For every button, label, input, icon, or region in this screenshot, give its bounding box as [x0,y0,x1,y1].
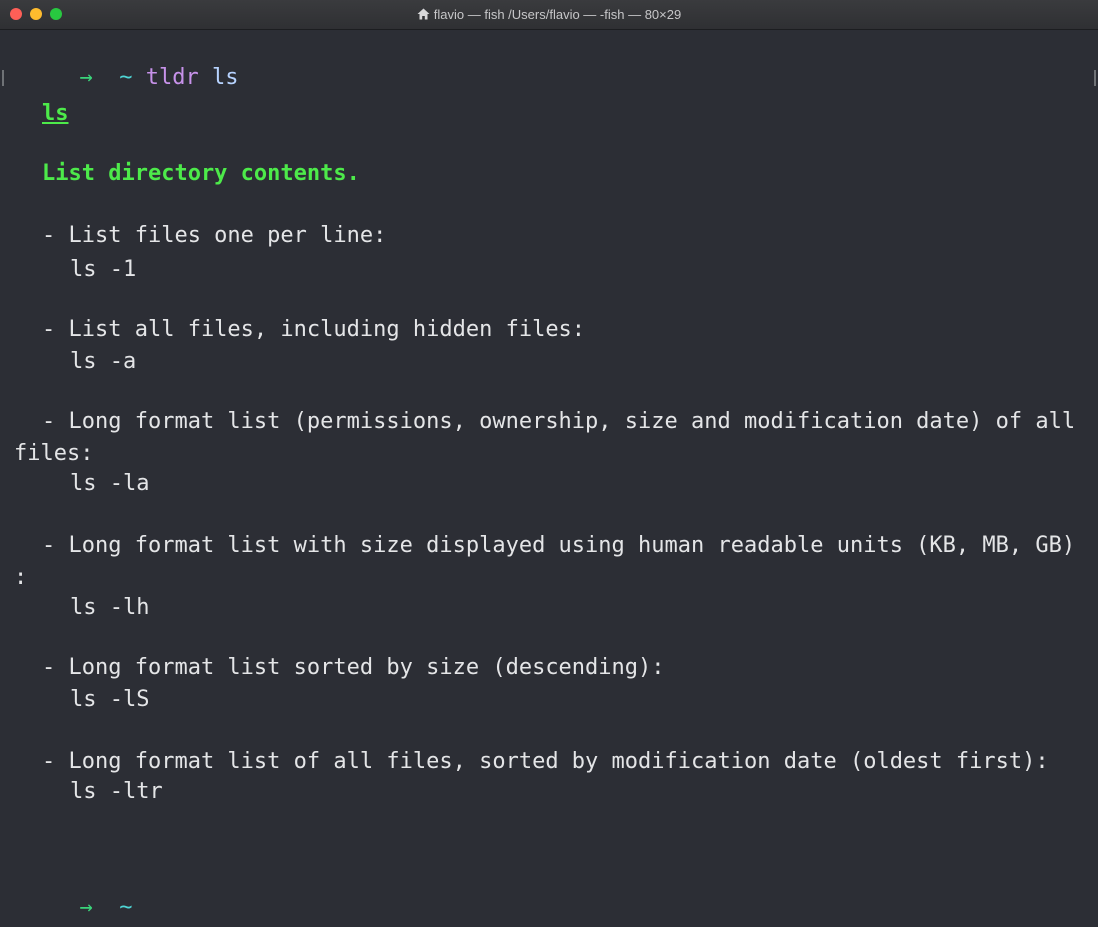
example-cmd-3: ls -la [70,471,150,496]
example-cmd-6: ls -ltr [70,779,163,804]
example-desc-5: - Long format list sorted by size (desce… [42,655,665,680]
example-desc-6: - Long format list of all files, sorted … [42,749,1049,774]
example-desc-2: - List all files, including hidden files… [42,317,586,342]
prompt-line-1: → ~ tldr ls [0,36,238,90]
example-cmd-1: ls -1 [70,257,137,282]
command-name: tldr [145,65,199,90]
example-desc-4-line1: - Long format list with size displayed u… [42,533,1076,558]
prompt-cwd: ~ [119,65,133,90]
page-title: ls [42,101,69,126]
prompt-cwd-2: ~ [119,895,133,920]
example-desc-1: - List files one per line: [42,223,387,248]
home-icon [417,1,430,31]
terminal-content[interactable]: → ~ tldr ls ls List directory contents. … [0,30,1098,927]
right-edge-marker [1094,70,1096,86]
page-description: List directory contents. [42,161,360,186]
title-bar[interactable]: flavio — fish /Users/flavio — -fish — 80… [0,0,1098,30]
example-cmd-5: ls -lS [70,687,150,712]
window-title-text: flavio — fish /Users/flavio — -fish — 80… [433,7,682,22]
terminal-window: flavio — fish /Users/flavio — -fish — 80… [0,0,1098,927]
example-desc-3-line2: files: [14,441,94,466]
example-cmd-2: ls -a [70,349,137,374]
example-cmd-4: ls -lh [70,595,150,620]
window-title: flavio — fish /Users/flavio — -fish — 80… [0,0,1098,30]
prompt-arrow-icon: → [79,65,93,90]
prompt-line-2[interactable]: → ~ [0,866,132,920]
example-desc-4-line2: : [14,565,28,590]
example-desc-3-line1: - Long format list (permissions, ownersh… [42,409,1076,434]
prompt-arrow-icon-2: → [79,895,93,920]
command-argument: ls [211,65,239,90]
